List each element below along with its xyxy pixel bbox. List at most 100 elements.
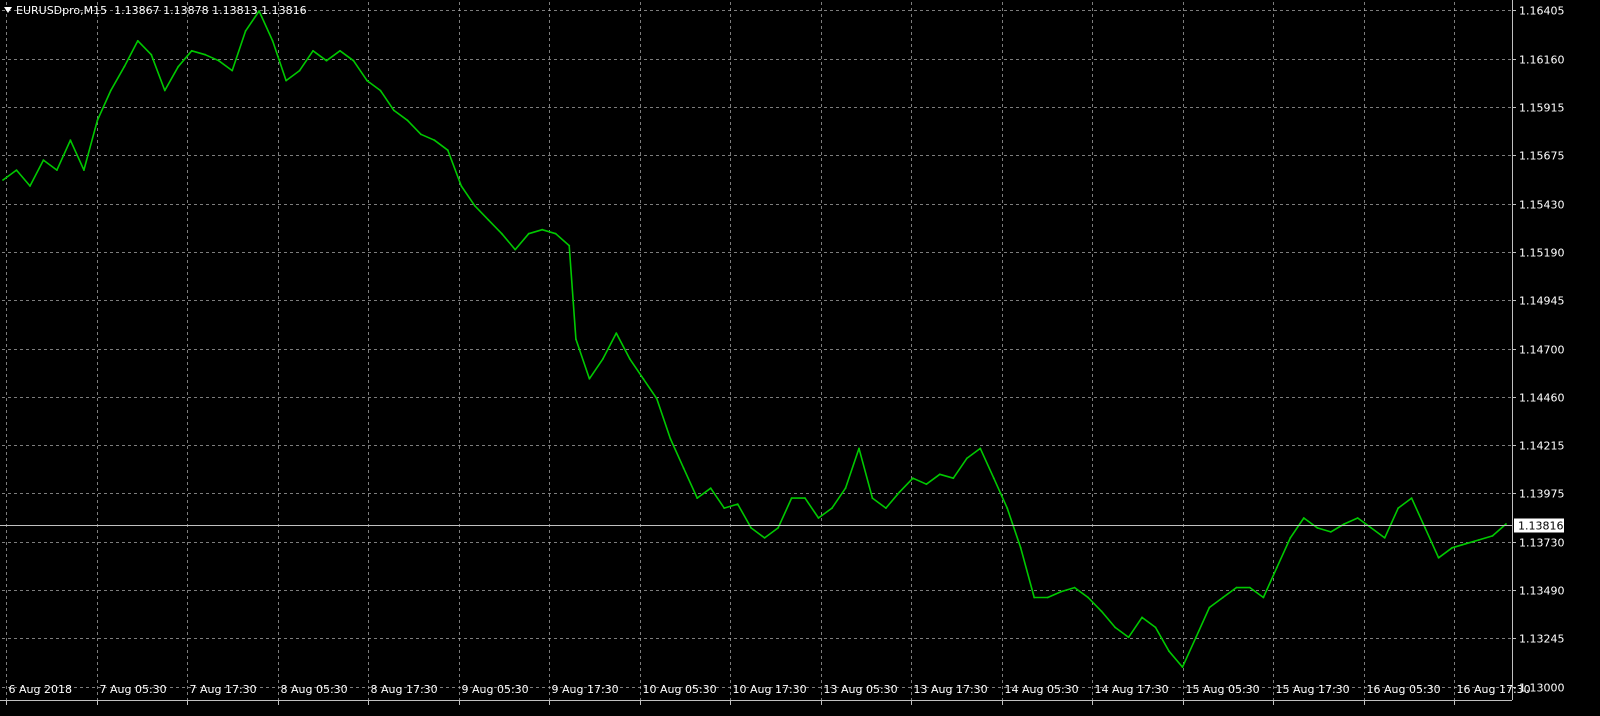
price-point [406, 119, 409, 122]
dropdown-triangle-icon[interactable] [4, 7, 12, 13]
y-tick-label: 1.16405 [1519, 5, 1565, 18]
price-point [500, 232, 503, 235]
price-point [736, 503, 739, 505]
price-point [1505, 523, 1507, 525]
price-point [554, 232, 557, 235]
price-point [379, 89, 382, 92]
price-point [804, 497, 806, 499]
x-tick-label: 8 Aug 17:30 [371, 683, 438, 696]
bid-price-label: 1.13816 [1518, 520, 1564, 533]
price-point [885, 507, 887, 509]
price-point [696, 497, 699, 499]
price-point [602, 358, 604, 360]
price-point [790, 497, 793, 499]
price-point [1019, 546, 1022, 549]
price-point [1060, 590, 1063, 593]
price-point [1100, 610, 1103, 613]
x-tick-label: 13 Aug 05:30 [824, 683, 898, 696]
price-series [2, 10, 1507, 668]
price-point [1329, 531, 1332, 533]
price-point [938, 473, 941, 476]
price-point [615, 332, 618, 334]
price-point [575, 338, 577, 340]
price-point [190, 49, 193, 52]
price-point [1046, 596, 1049, 599]
price-point [285, 79, 287, 82]
price-point [1302, 517, 1305, 519]
price-point [136, 39, 139, 42]
price-chart[interactable]: 1.13816 1.16405 1.16160 1.15915 1.15675 1.15… [0, 0, 1600, 712]
chart-window[interactable]: 1.13816 1.16405 1.16160 1.15915 1.15675 1.15… [0, 0, 1600, 712]
price-point [1491, 535, 1494, 537]
price-point [1356, 517, 1359, 519]
price-point [1087, 596, 1089, 599]
price-point [952, 477, 955, 480]
price-point [844, 487, 847, 490]
price-point [1195, 636, 1197, 639]
price-point [433, 139, 436, 142]
x-axis: 6 Aug 2018 7 Aug 05:30 7 Aug 17:30 8 Aug 05… [6, 683, 1531, 705]
price-point [312, 49, 314, 52]
price-point [1478, 539, 1480, 541]
x-tick-label: 9 Aug 17:30 [552, 683, 619, 696]
price-point [1410, 497, 1413, 499]
price-point [177, 65, 180, 68]
price-point [992, 477, 995, 480]
x-tick-label: 14 Aug 17:30 [1095, 683, 1169, 696]
price-point [763, 537, 766, 539]
x-tick-label: 8 Aug 05:30 [281, 683, 348, 696]
x-tick-label: 10 Aug 05:30 [643, 683, 717, 696]
price-point [1127, 636, 1130, 639]
price-point [325, 59, 328, 62]
price-point [1275, 566, 1278, 569]
price-point [15, 169, 18, 172]
y-tick-label: 1.13975 [1519, 488, 1565, 501]
price-point [1235, 586, 1238, 589]
price-point [42, 159, 45, 162]
y-axis: 1.16405 1.16160 1.15915 1.15675 1.15430 1.151… [1512, 5, 1565, 695]
price-point [352, 59, 355, 62]
price-point [1154, 626, 1157, 629]
y-tick-label: 1.14460 [1519, 392, 1565, 405]
price-point [723, 507, 726, 509]
price-point [642, 377, 645, 380]
x-tick-label: 7 Aug 05:30 [100, 683, 167, 696]
y-tick-label: 1.13245 [1519, 633, 1565, 646]
price-point [709, 487, 712, 490]
x-tick-label: 7 Aug 17:30 [190, 683, 257, 696]
price-point [568, 244, 571, 247]
price-point [298, 69, 301, 72]
grid [2, 2, 1512, 700]
price-point [244, 30, 247, 32]
price-point [925, 483, 928, 486]
price-point [446, 149, 449, 152]
x-tick-label: 10 Aug 17:30 [733, 683, 807, 696]
price-point [1437, 556, 1440, 559]
chart-header: EURUSDpro,M15 1.13867 1.13878 1.13813 1.… [4, 3, 307, 19]
price-point [393, 109, 395, 112]
x-tick-label: 6 Aug 2018 [9, 683, 72, 696]
axis-frame [0, 0, 1513, 701]
price-point [682, 467, 685, 470]
price-point [204, 53, 207, 56]
x-tick-label: 14 Aug 05:30 [1005, 683, 1079, 696]
price-point [1208, 606, 1211, 609]
y-tick-label: 1.16160 [1519, 54, 1565, 67]
price-point [1289, 537, 1292, 539]
price-point [1222, 596, 1224, 599]
price-point [588, 377, 591, 380]
price-point [817, 517, 820, 519]
price-point [163, 89, 166, 92]
price-point [366, 79, 368, 82]
price-point [1370, 527, 1373, 529]
price-point [83, 169, 85, 172]
price-point [750, 527, 752, 529]
symbol-label: EURUSDpro,M15 [16, 4, 108, 17]
price-point [831, 507, 833, 509]
price-point [1316, 527, 1319, 529]
price-point [96, 119, 99, 122]
price-point [1073, 586, 1076, 589]
price-point [2, 179, 4, 181]
price-point [1114, 626, 1116, 629]
price-point [1033, 596, 1036, 599]
